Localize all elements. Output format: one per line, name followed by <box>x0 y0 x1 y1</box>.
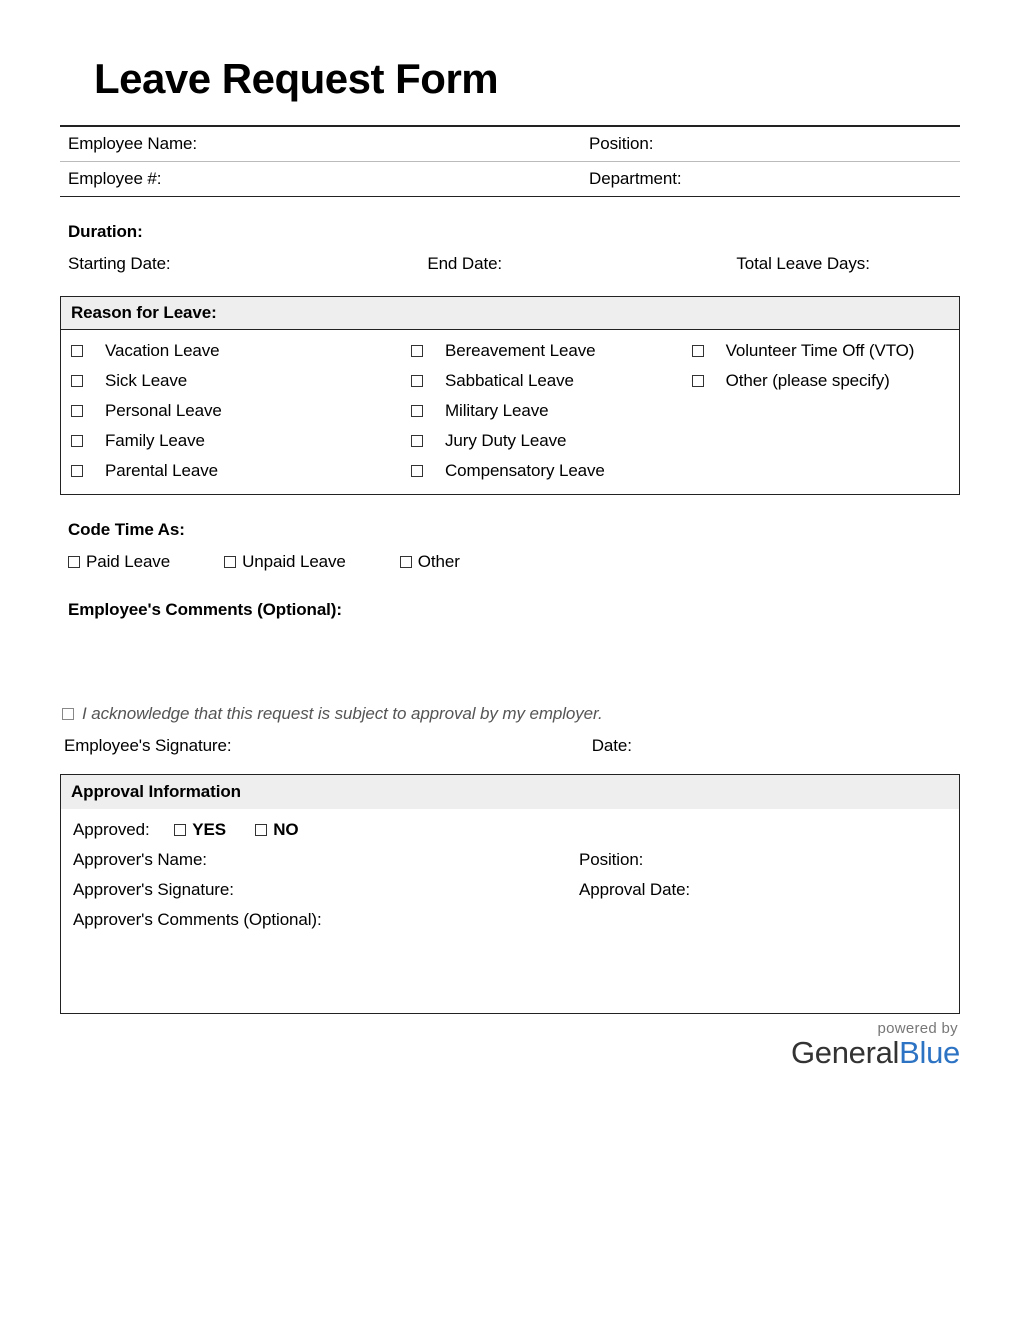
checkbox-icon <box>411 405 423 417</box>
reason-family[interactable]: Family Leave <box>71 426 401 456</box>
checkbox-icon <box>411 435 423 447</box>
checkbox-icon <box>68 556 80 568</box>
reason-personal[interactable]: Personal Leave <box>71 396 401 426</box>
checkbox-icon <box>224 556 236 568</box>
reason-vto[interactable]: Volunteer Time Off (VTO) <box>692 336 949 366</box>
position-field[interactable]: Position: <box>581 127 960 161</box>
starting-date-field[interactable]: Starting Date: <box>68 254 427 274</box>
checkbox-icon <box>411 465 423 477</box>
brand-general: General <box>791 1035 899 1070</box>
approver-signature-field[interactable]: Approver's Signature: <box>73 880 579 900</box>
reason-sick[interactable]: Sick Leave <box>71 366 401 396</box>
reason-label: Volunteer Time Off (VTO) <box>726 341 915 361</box>
approved-no[interactable]: NO <box>255 820 298 840</box>
signature-row: Employee's Signature: Date: <box>60 732 960 774</box>
checkbox-icon <box>71 375 83 387</box>
checkbox-icon <box>71 405 83 417</box>
approval-box: Approval Information Approved: YES NO Ap… <box>60 774 960 1014</box>
checkbox-icon <box>692 345 704 357</box>
acknowledgement[interactable]: I acknowledge that this request is subje… <box>60 702 960 732</box>
approver-comments-label: Approver's Comments (Optional): <box>73 910 322 930</box>
reason-label: Vacation Leave <box>105 341 220 361</box>
reason-other[interactable]: Other (please specify) <box>692 366 949 396</box>
reason-sabbatical[interactable]: Sabbatical Leave <box>411 366 682 396</box>
reason-label: Parental Leave <box>105 461 218 481</box>
reason-label: Sabbatical Leave <box>445 371 574 391</box>
department-field[interactable]: Department: <box>581 162 960 196</box>
approver-name-field[interactable]: Approver's Name: <box>73 850 579 870</box>
employee-number-field[interactable]: Employee #: <box>60 162 581 196</box>
total-leave-days-field[interactable]: Total Leave Days: <box>736 254 952 274</box>
reason-military[interactable]: Military Leave <box>411 396 682 426</box>
approved-yes[interactable]: YES <box>174 820 226 840</box>
signature-date-field[interactable]: Date: <box>592 736 956 756</box>
reason-vacation[interactable]: Vacation Leave <box>71 336 401 366</box>
code-label: Unpaid Leave <box>242 552 346 572</box>
code-label: Other <box>418 552 460 572</box>
checkbox-icon <box>255 824 267 836</box>
comments-section: Employee's Comments (Optional): <box>60 588 960 638</box>
employee-info: Employee Name: Employee #: Position: Dep… <box>60 127 960 196</box>
reason-label: Personal Leave <box>105 401 222 421</box>
employee-comments-heading: Employee's Comments (Optional): <box>68 600 952 620</box>
checkbox-icon <box>71 345 83 357</box>
powered-by-label: powered by <box>60 1014 960 1037</box>
checkbox-icon <box>62 708 74 720</box>
checkbox-icon <box>71 435 83 447</box>
no-label: NO <box>273 820 298 840</box>
reason-for-leave-box: Reason for Leave: Vacation Leave Sick Le… <box>60 296 960 495</box>
reason-jury-duty[interactable]: Jury Duty Leave <box>411 426 682 456</box>
page-title: Leave Request Form <box>60 55 960 103</box>
reason-compensatory[interactable]: Compensatory Leave <box>411 456 682 486</box>
end-date-field[interactable]: End Date: <box>427 254 736 274</box>
ack-text: I acknowledge that this request is subje… <box>82 704 603 724</box>
reason-label: Sick Leave <box>105 371 187 391</box>
brand-blue: Blue <box>899 1035 960 1070</box>
brand-logo: GeneralBlue <box>60 1037 960 1068</box>
code-time-section: Code Time As: Paid Leave Unpaid Leave Ot… <box>60 495 960 588</box>
reason-heading: Reason for Leave: <box>61 297 959 330</box>
employee-name-field[interactable]: Employee Name: <box>60 127 581 161</box>
approval-date-field[interactable]: Approval Date: <box>579 880 947 900</box>
reason-label: Bereavement Leave <box>445 341 595 361</box>
approver-comments-area[interactable] <box>71 935 949 1005</box>
reason-parental[interactable]: Parental Leave <box>71 456 401 486</box>
approver-position-field[interactable]: Position: <box>579 850 947 870</box>
code-paid-leave[interactable]: Paid Leave <box>68 552 170 572</box>
duration-section: Duration: Starting Date: End Date: Total… <box>60 197 960 296</box>
yes-label: YES <box>192 820 226 840</box>
code-unpaid-leave[interactable]: Unpaid Leave <box>224 552 346 572</box>
checkbox-icon <box>174 824 186 836</box>
approval-heading: Approval Information <box>61 775 959 809</box>
reason-label: Military Leave <box>445 401 548 421</box>
code-other[interactable]: Other <box>400 552 460 572</box>
code-time-heading: Code Time As: <box>68 520 952 540</box>
checkbox-icon <box>411 345 423 357</box>
reason-bereavement[interactable]: Bereavement Leave <box>411 336 682 366</box>
reason-label: Compensatory Leave <box>445 461 605 481</box>
employee-signature-field[interactable]: Employee's Signature: <box>64 736 592 756</box>
reason-label: Family Leave <box>105 431 205 451</box>
checkbox-icon <box>692 375 704 387</box>
reason-label: Other (please specify) <box>726 371 890 391</box>
code-label: Paid Leave <box>86 552 170 572</box>
approved-label: Approved: <box>73 820 150 840</box>
checkbox-icon <box>411 375 423 387</box>
checkbox-icon <box>400 556 412 568</box>
comments-area[interactable] <box>60 638 960 702</box>
reason-label: Jury Duty Leave <box>445 431 566 451</box>
checkbox-icon <box>71 465 83 477</box>
duration-heading: Duration: <box>68 222 952 242</box>
